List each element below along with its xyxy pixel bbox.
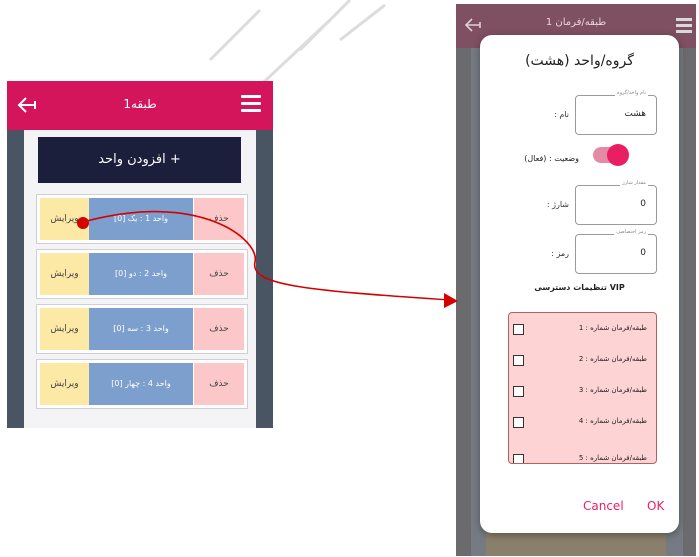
field-legend: رمز اختصاصی <box>614 229 648 235</box>
vip-item-label: طبقه/فرمان شماره : 2 <box>578 355 647 363</box>
dialog-actions: Cancel OK <box>480 499 679 519</box>
vip-item-label: طبقه/فرمان شماره : 4 <box>578 417 647 425</box>
checkbox[interactable] <box>513 454 524 463</box>
left-phone-screen: طبقه1 افزودن واحد + ویرایش واحد 1 : یک [… <box>7 81 273 428</box>
edit-button[interactable]: ویرایش <box>40 363 89 405</box>
charge-label: : شارژ <box>546 200 569 209</box>
charge-field[interactable]: مقدار شارژ 0 <box>575 180 657 225</box>
edit-button[interactable]: ویرایش <box>40 253 89 295</box>
dialog-title: گروه/واحد (هشت) <box>525 53 634 69</box>
vip-list-item[interactable]: طبقه/فرمان شماره : 3 <box>513 386 652 400</box>
checkbox[interactable] <box>513 324 524 335</box>
unit-name[interactable]: واحد 1 : یک [0] <box>89 198 193 240</box>
unit-name[interactable]: واحد 4 : چهار [0] <box>89 363 193 405</box>
name-field[interactable]: نام واحد/گروه هشت <box>575 90 657 135</box>
unit-row: ویرایش واحد 2 : دو [0] حذف <box>36 249 248 299</box>
delete-button[interactable]: حذف <box>194 363 244 405</box>
field-value: 0 <box>640 248 646 258</box>
cancel-button[interactable]: Cancel <box>583 499 624 513</box>
vip-list-item[interactable]: طبقه/فرمان شماره : 5 <box>513 454 652 463</box>
vip-item-label: طبقه/فرمان شماره : 1 <box>578 324 647 332</box>
hamburger-menu-icon[interactable] <box>676 18 692 34</box>
status-toggle[interactable] <box>593 144 629 166</box>
pin-field[interactable]: رمز اختصاصی 0 <box>575 229 657 274</box>
unit-name[interactable]: واحد 3 : سه [0] <box>89 308 193 350</box>
left-header-title: طبقه1 <box>123 97 157 111</box>
checkbox[interactable] <box>513 355 524 366</box>
unit-name[interactable]: واحد 2 : دو [0] <box>89 253 193 295</box>
vip-item-label: طبقه/فرمان شماره : 5 <box>578 454 647 462</box>
checkbox[interactable] <box>513 417 524 428</box>
field-value: 0 <box>640 199 646 209</box>
edit-unit-dialog: گروه/واحد (هشت) نام واحد/گروه هشت : نام … <box>480 35 679 533</box>
status-label: وضعیت : (فعال) <box>524 154 579 163</box>
vip-list-item[interactable]: طبقه/فرمان شماره : 4 <box>513 417 652 431</box>
checkbox[interactable] <box>513 386 524 397</box>
unit-row: ویرایش واحد 1 : یک [0] حذف <box>36 194 248 244</box>
right-header-title: طبقه/فرمان 1 <box>545 17 607 28</box>
hamburger-menu-icon[interactable] <box>241 95 261 113</box>
add-unit-button[interactable]: افزودن واحد + <box>38 137 241 183</box>
field-legend: نام واحد/گروه <box>615 90 648 96</box>
pin-label: : رمز <box>551 249 569 258</box>
vip-item-label: طبقه/فرمان شماره : 3 <box>578 386 647 394</box>
delete-button[interactable]: حذف <box>194 308 244 350</box>
field-value: هشت <box>624 109 646 119</box>
field-legend: مقدار شارژ <box>620 180 648 186</box>
name-label: : نام <box>554 110 569 119</box>
unit-row: ویرایش واحد 4 : چهار [0] حذف <box>36 359 248 409</box>
vip-settings-title: تنظیمات دسترسی VIP <box>534 283 625 292</box>
unit-row: ویرایش واحد 3 : سه [0] حذف <box>36 304 248 354</box>
right-phone-screen: طبقه/فرمان 1 گروه/واحد (هشت) نام واحد/گر… <box>456 4 696 556</box>
vip-list-item[interactable]: طبقه/فرمان شماره : 1 <box>513 324 652 338</box>
edit-button[interactable]: ویرایش <box>40 308 89 350</box>
edit-button[interactable]: ویرایش <box>40 198 89 240</box>
left-app-header: طبقه1 <box>7 81 273 130</box>
delete-button[interactable]: حذف <box>194 198 244 240</box>
ok-button[interactable]: OK <box>647 499 664 513</box>
vip-list-item[interactable]: طبقه/فرمان شماره : 2 <box>513 355 652 369</box>
left-content-panel: افزودن واحد + ویرایش واحد 1 : یک [0] حذف… <box>24 130 256 428</box>
toggle-knob <box>607 144 629 166</box>
delete-button[interactable]: حذف <box>194 253 244 295</box>
vip-access-list[interactable]: طبقه/فرمان شماره : 1 طبقه/فرمان شماره : … <box>508 312 657 464</box>
